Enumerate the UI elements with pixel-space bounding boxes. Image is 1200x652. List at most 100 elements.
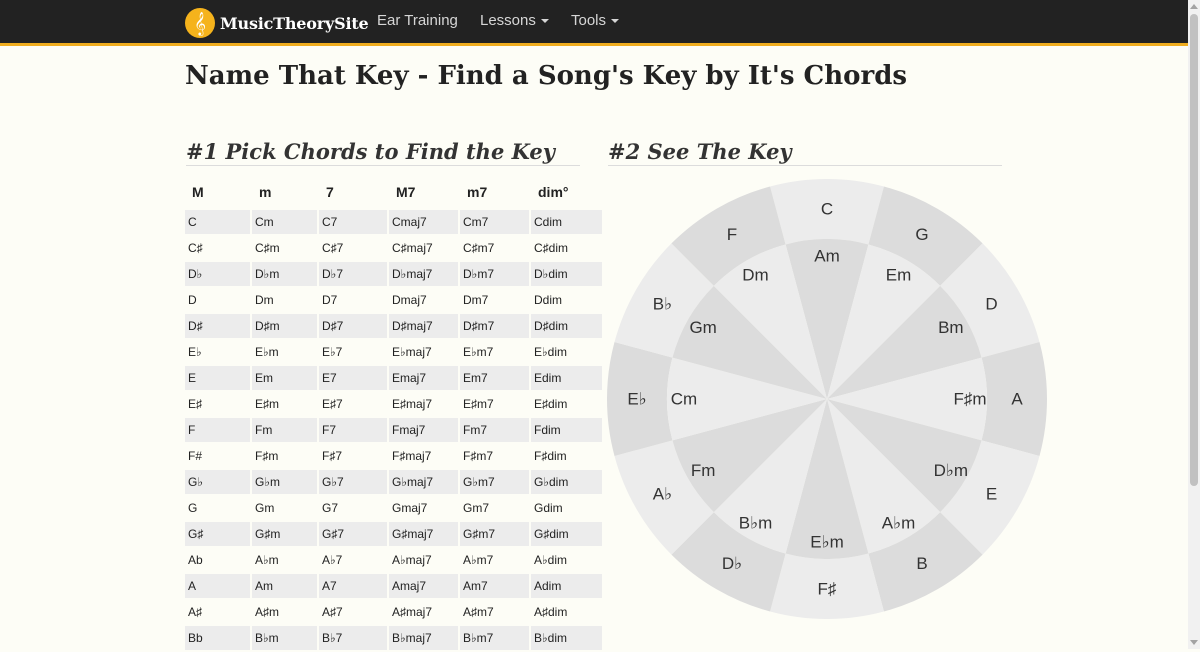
minor-key-label[interactable]: Em [886, 266, 912, 285]
chord-cell[interactable]: Adim [531, 574, 604, 598]
chord-cell[interactable]: D [185, 288, 252, 312]
chord-cell[interactable]: E♯m [252, 392, 319, 416]
chord-cell[interactable]: B♭m [252, 626, 319, 650]
chord-cell[interactable]: E♯7 [319, 392, 389, 416]
chord-cell[interactable]: E♭maj7 [389, 340, 460, 364]
chord-cell[interactable]: A♭maj7 [389, 548, 460, 572]
chord-cell[interactable]: G♯7 [319, 522, 389, 546]
chord-cell[interactable]: A♯7 [319, 600, 389, 624]
chord-cell[interactable]: C♯m7 [460, 236, 531, 260]
chord-cell[interactable]: D♯m7 [460, 314, 531, 338]
chord-cell[interactable]: Dm7 [460, 288, 531, 312]
chord-cell[interactable]: B♭m7 [460, 626, 531, 650]
chord-cell[interactable]: E♭ [185, 340, 252, 364]
chord-cell[interactable]: Em [252, 366, 319, 390]
chord-cell[interactable]: A♭7 [319, 548, 389, 572]
chord-cell[interactable]: Gmaj7 [389, 496, 460, 520]
chord-cell[interactable]: F# [185, 444, 252, 468]
chord-cell[interactable]: Fm7 [460, 418, 531, 442]
chord-cell[interactable]: D♭7 [319, 262, 389, 286]
chord-cell[interactable]: G♯dim [531, 522, 604, 546]
chord-cell[interactable]: G♯maj7 [389, 522, 460, 546]
nav-tools-dropdown[interactable]: Tools [571, 12, 620, 29]
chord-cell[interactable]: E♭dim [531, 340, 604, 364]
chord-cell[interactable]: C♯dim [531, 236, 604, 260]
chord-cell[interactable]: D♯m [252, 314, 319, 338]
major-key-label[interactable]: E♭ [627, 390, 646, 409]
major-key-label[interactable]: F♯ [818, 580, 837, 599]
major-key-label[interactable]: E [986, 485, 997, 504]
scroll-down-arrow-icon[interactable] [1190, 640, 1198, 645]
chord-cell[interactable]: A♯dim [531, 600, 604, 624]
chord-cell[interactable]: C♯ [185, 236, 252, 260]
chord-cell[interactable]: E♭7 [319, 340, 389, 364]
chord-cell[interactable]: F♯m7 [460, 444, 531, 468]
chord-cell[interactable]: A♭dim [531, 548, 604, 572]
chord-cell[interactable]: G♯m [252, 522, 319, 546]
chord-cell[interactable]: Edim [531, 366, 604, 390]
chord-cell[interactable]: Em7 [460, 366, 531, 390]
minor-key-label[interactable]: Cm [671, 390, 697, 409]
major-key-label[interactable]: A [1011, 390, 1023, 409]
chord-cell[interactable]: D♭m7 [460, 262, 531, 286]
chord-cell[interactable]: Fdim [531, 418, 604, 442]
chord-cell[interactable]: D♯7 [319, 314, 389, 338]
chord-cell[interactable]: G7 [319, 496, 389, 520]
chord-cell[interactable]: C [185, 210, 252, 234]
minor-key-label[interactable]: A♭m [882, 513, 916, 532]
minor-key-label[interactable]: Bm [938, 318, 964, 337]
chord-cell[interactable]: F♯maj7 [389, 444, 460, 468]
major-key-label[interactable]: B [916, 554, 927, 573]
chord-cell[interactable]: E♯m7 [460, 392, 531, 416]
major-key-label[interactable]: F [727, 225, 737, 244]
chord-cell[interactable]: F♯m [252, 444, 319, 468]
scrollbar-thumb[interactable] [1190, 14, 1198, 486]
chord-cell[interactable]: G♭maj7 [389, 470, 460, 494]
chord-cell[interactable]: Cm7 [460, 210, 531, 234]
chord-cell[interactable]: E♯maj7 [389, 392, 460, 416]
chord-cell[interactable]: D♯maj7 [389, 314, 460, 338]
chord-cell[interactable]: Ddim [531, 288, 604, 312]
chord-cell[interactable]: G♯m7 [460, 522, 531, 546]
chord-cell[interactable]: G♭ [185, 470, 252, 494]
chord-cell[interactable]: D♭maj7 [389, 262, 460, 286]
chord-cell[interactable]: G♭dim [531, 470, 604, 494]
chord-cell[interactable]: E♭m7 [460, 340, 531, 364]
chord-cell[interactable]: Dm [252, 288, 319, 312]
major-key-label[interactable]: G [915, 225, 928, 244]
chord-cell[interactable]: E♭m [252, 340, 319, 364]
chord-cell[interactable]: D♯dim [531, 314, 604, 338]
chord-cell[interactable]: A♯ [185, 600, 252, 624]
chord-cell[interactable]: C♯maj7 [389, 236, 460, 260]
chord-cell[interactable]: Cdim [531, 210, 604, 234]
chord-cell[interactable]: D7 [319, 288, 389, 312]
vertical-scrollbar[interactable] [1188, 0, 1200, 649]
minor-key-label[interactable]: Am [814, 247, 840, 266]
chord-cell[interactable]: C♯m [252, 236, 319, 260]
minor-key-label[interactable]: Gm [689, 318, 716, 337]
chord-cell[interactable]: B♭dim [531, 626, 604, 650]
chord-cell[interactable]: D♭m [252, 262, 319, 286]
brand-link[interactable]: 𝄞 MusicTheorySite [185, 8, 369, 38]
major-key-label[interactable]: C [821, 200, 833, 219]
chord-cell[interactable]: F7 [319, 418, 389, 442]
chord-cell[interactable]: G♭m [252, 470, 319, 494]
chord-cell[interactable]: Fmaj7 [389, 418, 460, 442]
chord-cell[interactable]: C7 [319, 210, 389, 234]
chord-cell[interactable]: A♭m7 [460, 548, 531, 572]
chord-cell[interactable]: Ab [185, 548, 252, 572]
chord-cell[interactable]: A [185, 574, 252, 598]
chord-cell[interactable]: Am7 [460, 574, 531, 598]
chord-cell[interactable]: F♯dim [531, 444, 604, 468]
minor-key-label[interactable]: Dm [742, 266, 768, 285]
minor-key-label[interactable]: F♯m [953, 390, 986, 409]
minor-key-label[interactable]: B♭m [739, 513, 773, 532]
chord-cell[interactable]: Gm [252, 496, 319, 520]
chord-cell[interactable]: A♯maj7 [389, 600, 460, 624]
chord-cell[interactable]: C♯7 [319, 236, 389, 260]
minor-key-label[interactable]: D♭m [934, 461, 968, 480]
chord-cell[interactable]: Cmaj7 [389, 210, 460, 234]
chord-cell[interactable]: Fm [252, 418, 319, 442]
chord-cell[interactable]: Gm7 [460, 496, 531, 520]
chord-cell[interactable]: E7 [319, 366, 389, 390]
